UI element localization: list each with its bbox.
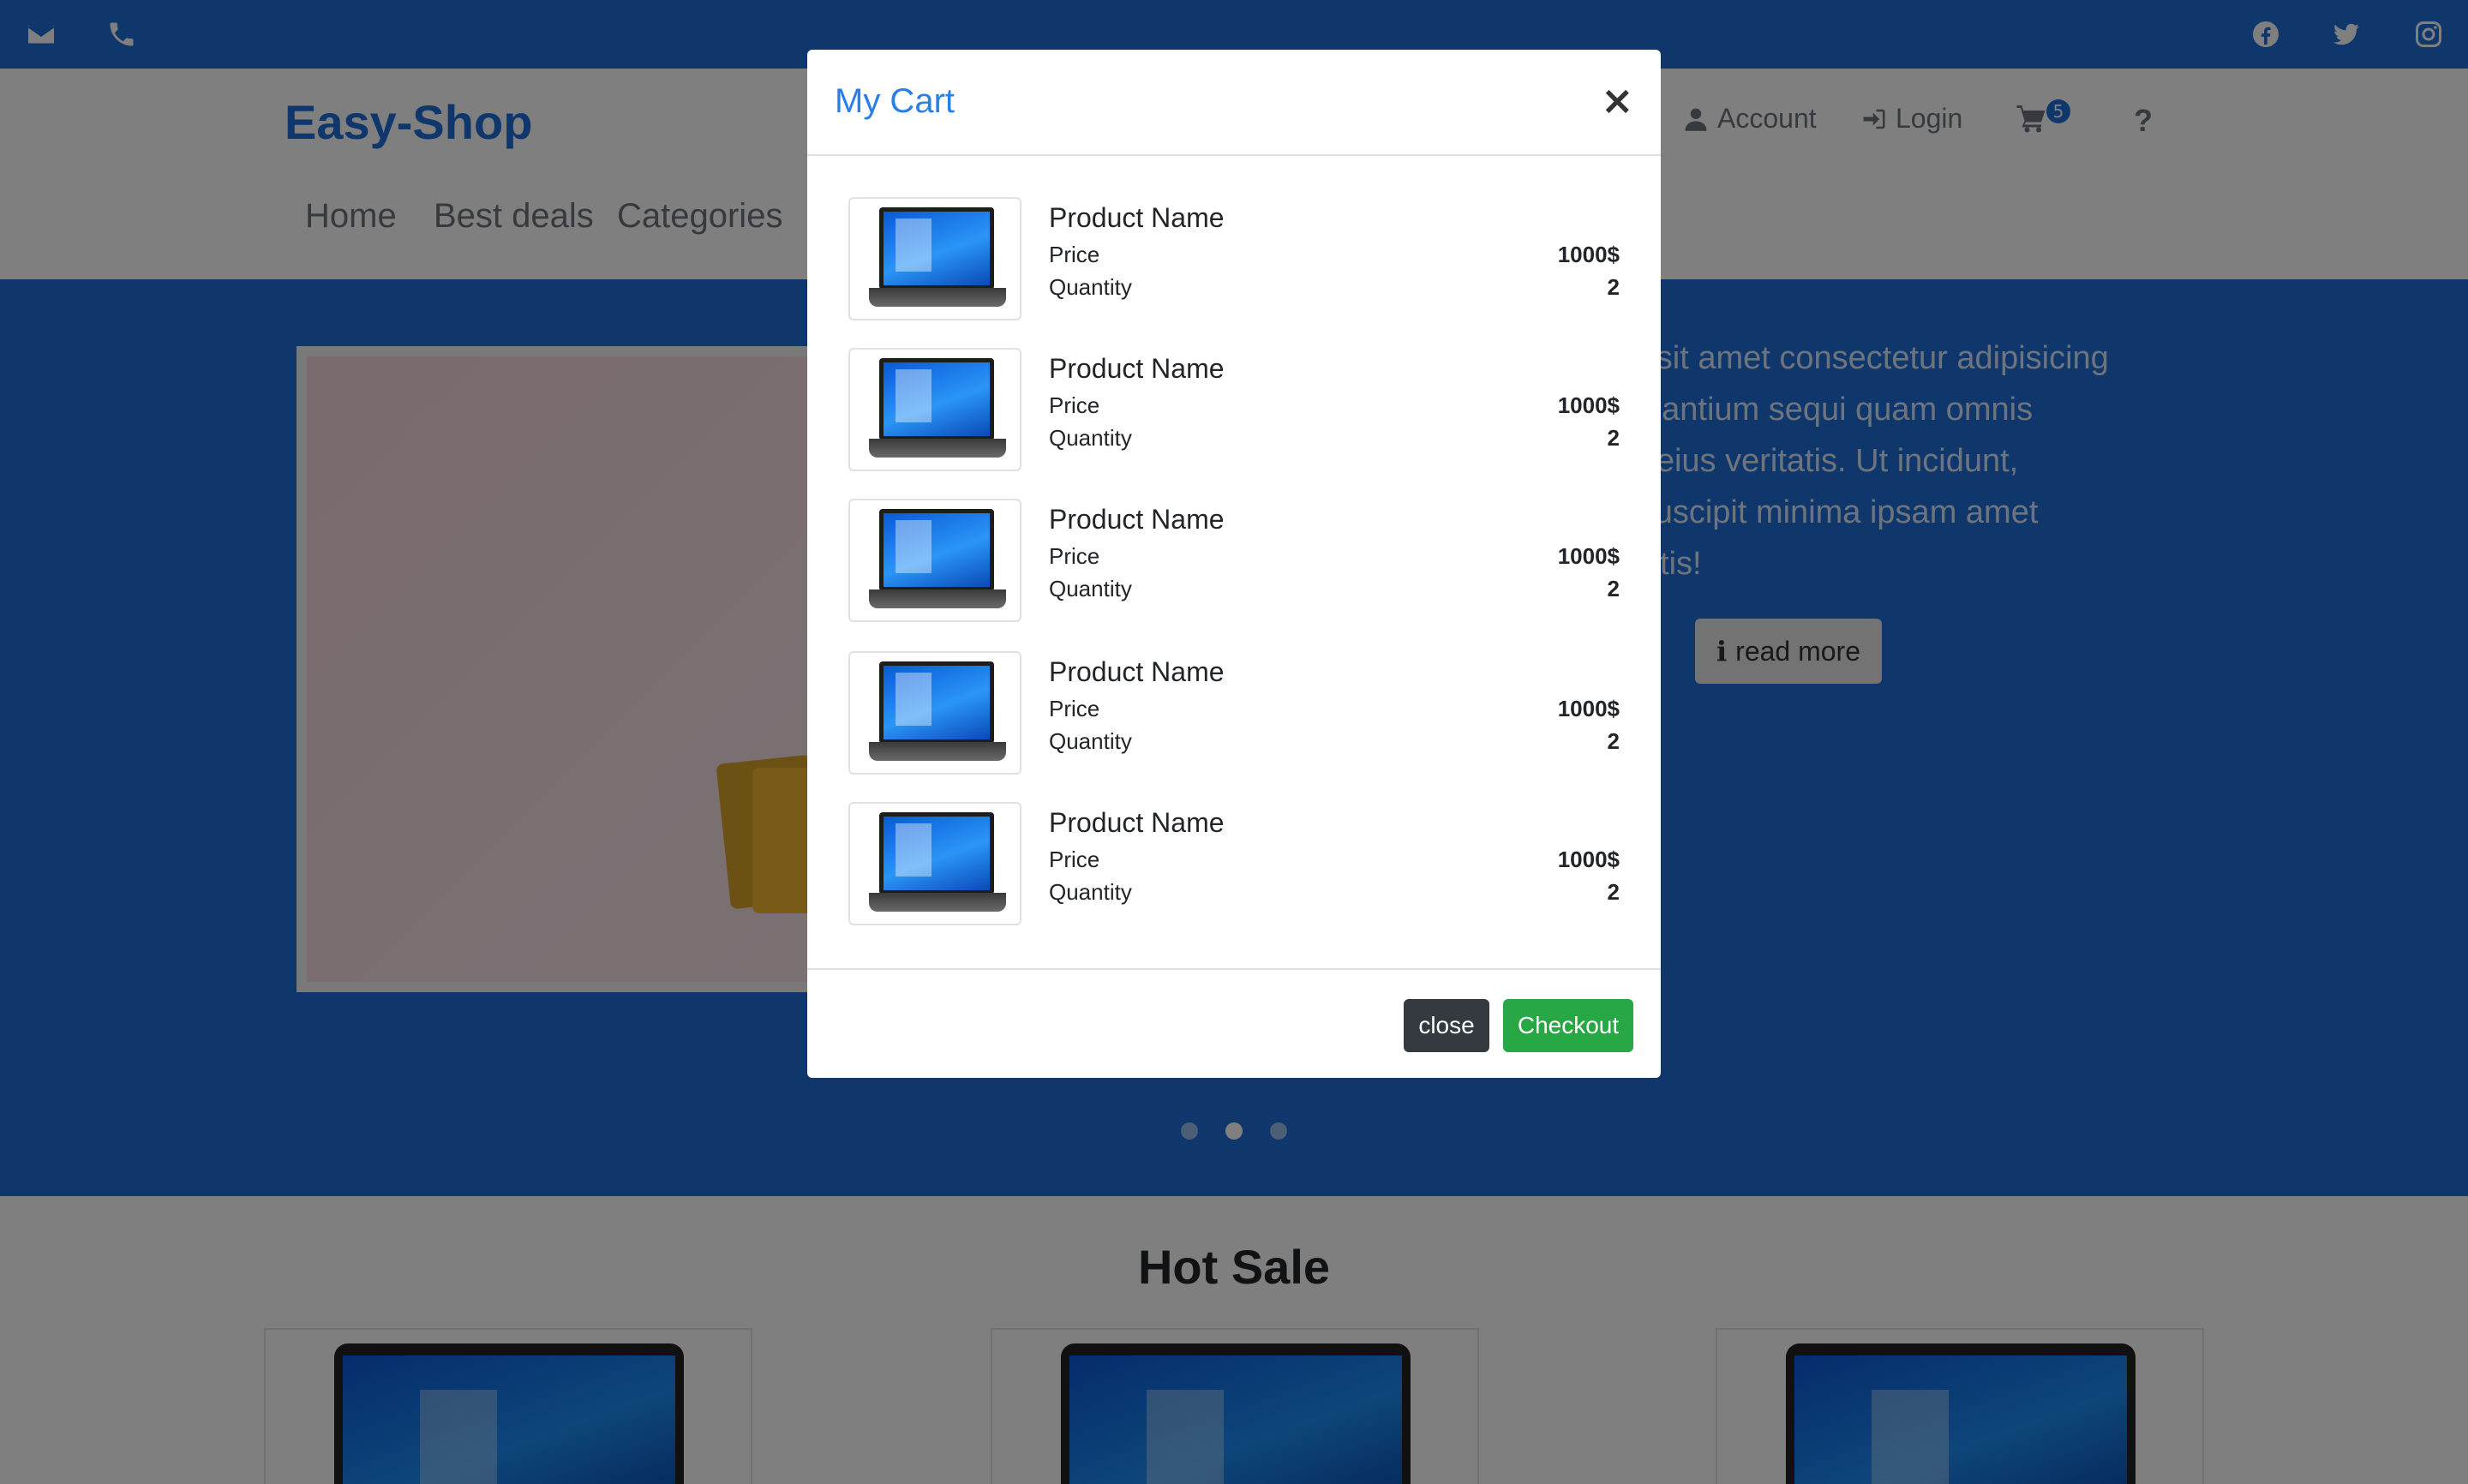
quantity-label: Quantity [1049, 274, 1132, 300]
modal-footer: close Checkout [807, 968, 1661, 1078]
product-thumbnail [848, 651, 1021, 775]
product-name: Product Name [1049, 353, 1225, 384]
close-button[interactable]: close [1404, 999, 1489, 1052]
cart-items-list: Product Name Price Quantity 1000$ 2 Prod… [807, 156, 1661, 968]
product-price: 1000$ [1557, 847, 1620, 872]
cart-item: Product Name Price Quantity 1000$ 2 [848, 499, 1620, 622]
product-quantity: 2 [1607, 425, 1620, 451]
product-name: Product Name [1049, 656, 1225, 687]
product-thumbnail [848, 197, 1021, 320]
product-price: 1000$ [1557, 543, 1620, 569]
product-thumbnail [848, 499, 1021, 622]
price-label: Price [1049, 392, 1100, 418]
price-label: Price [1049, 696, 1100, 721]
close-icon[interactable]: × [1601, 79, 1634, 122]
cart-modal: My Cart × Product Name Price Quantity 10… [807, 50, 1661, 1078]
cart-item: Product Name Price Quantity 1000$ 2 [848, 348, 1620, 471]
cart-item: Product Name Price Quantity 1000$ 2 [848, 197, 1620, 320]
price-label: Price [1049, 847, 1100, 872]
product-quantity: 2 [1607, 576, 1620, 601]
quantity-label: Quantity [1049, 728, 1132, 754]
product-price: 1000$ [1557, 696, 1620, 721]
price-label: Price [1049, 242, 1100, 267]
price-label: Price [1049, 543, 1100, 569]
product-name: Product Name [1049, 807, 1225, 838]
quantity-label: Quantity [1049, 576, 1132, 601]
product-price: 1000$ [1557, 242, 1620, 267]
product-thumbnail [848, 348, 1021, 471]
modal-title: My Cart [835, 82, 955, 120]
product-quantity: 2 [1607, 879, 1620, 905]
quantity-label: Quantity [1049, 879, 1132, 905]
product-quantity: 2 [1607, 728, 1620, 754]
modal-header: My Cart × [807, 50, 1661, 156]
cart-item: Product Name Price Quantity 1000$ 2 [848, 802, 1620, 925]
product-thumbnail [848, 802, 1021, 925]
checkout-button[interactable]: Checkout [1503, 999, 1633, 1052]
cart-item: Product Name Price Quantity 1000$ 2 [848, 651, 1620, 775]
product-quantity: 2 [1607, 274, 1620, 300]
product-price: 1000$ [1557, 392, 1620, 418]
quantity-label: Quantity [1049, 425, 1132, 451]
product-name: Product Name [1049, 504, 1225, 535]
product-name: Product Name [1049, 202, 1225, 233]
